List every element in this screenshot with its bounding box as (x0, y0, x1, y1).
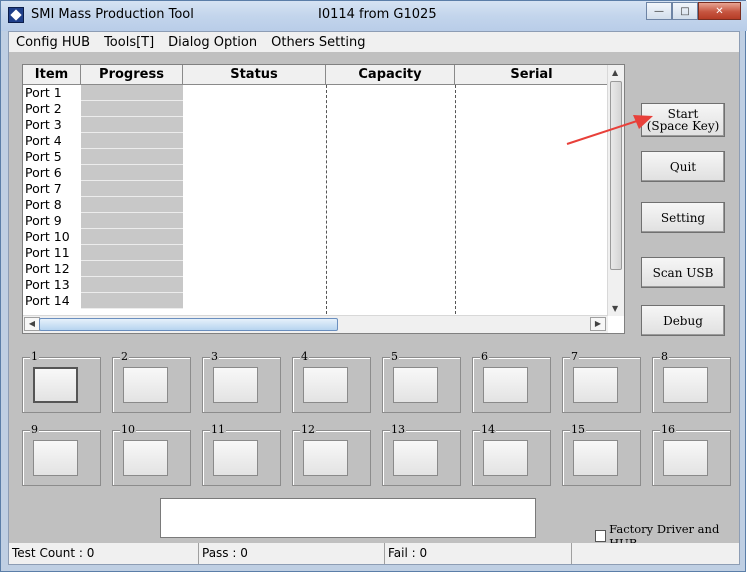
app-window: SMI Mass Production Tool I0114 from G102… (0, 0, 747, 572)
annotation-arrow-icon (566, 115, 653, 145)
